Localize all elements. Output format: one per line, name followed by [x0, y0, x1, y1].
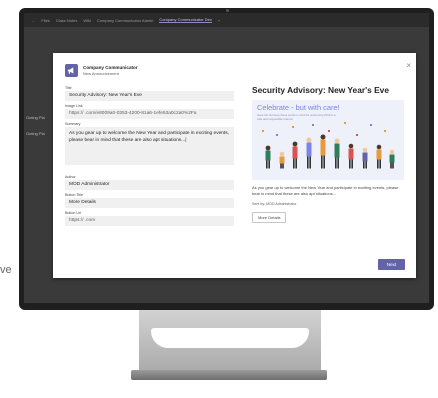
preview-summary: As you gear up to welcome the New Year a…: [252, 185, 399, 196]
sidebar-item-outing-plan-2[interactable]: Outing Pla: [26, 131, 45, 136]
tab-wiki[interactable]: Wiki: [83, 18, 91, 23]
close-icon[interactable]: ×: [406, 61, 411, 70]
monitor-stand-base: [131, 370, 327, 380]
tab-more[interactable]: ...: [32, 18, 35, 23]
title-input[interactable]: Security Advisory: New Year's Eve: [65, 91, 234, 101]
tab-files[interactable]: Files: [41, 18, 49, 23]
background-label: ve: [0, 264, 12, 276]
tab-company-communicator-admin[interactable]: Company Communicator Admin: [97, 18, 153, 23]
summary-textarea[interactable]: As you gear up to welcome the New Year a…: [65, 127, 234, 165]
screen: ... Files Class Notes Wiki Company Commu…: [24, 13, 429, 303]
party-people-illustration: [262, 122, 395, 169]
preview-hero-image: Celebrate - but with care! Have fun but …: [252, 100, 404, 180]
app-name: Company Communicator: [83, 65, 138, 70]
sidebar-item-outing-plan-1[interactable]: Outing Pla: [26, 115, 45, 120]
preview-more-details-button[interactable]: More Details: [252, 212, 287, 223]
tab-company-communicator-dev[interactable]: Company Communicator Dev: [159, 17, 212, 23]
announcement-form: Title Security Advisory: New Year's Eve …: [65, 83, 234, 226]
card-preview: Security Advisory: New Year's Eve Celebr…: [252, 85, 404, 224]
next-button[interactable]: Next: [378, 259, 405, 270]
monitor-stand-neck: [139, 310, 321, 374]
preview-title: Security Advisory: New Year's Eve: [252, 85, 389, 95]
hero-heading: Celebrate - but with care!: [257, 103, 340, 112]
megaphone-icon: [65, 64, 78, 77]
preview-author: Sent by: MOD Administrator: [252, 202, 297, 206]
new-announcement-dialog: × Company Communicator New Announcement …: [53, 53, 416, 278]
add-tab-button[interactable]: +: [218, 18, 220, 23]
camera-dot: [225, 9, 229, 12]
button-url-input[interactable]: https:// .com: [65, 216, 234, 226]
app-subtitle: New Announcement: [83, 71, 119, 76]
tab-class-notes[interactable]: Class Notes: [56, 18, 78, 23]
author-input[interactable]: MOD Administrator: [65, 180, 234, 190]
hero-subtext: Have fun but keep these points in mind f…: [257, 113, 336, 121]
teams-tab-bar: ... Files Class Notes Wiki Company Commu…: [24, 13, 429, 27]
monitor: ... Files Class Notes Wiki Company Commu…: [19, 8, 434, 310]
image-link-input[interactable]: https:// .com/e8009a0-0353-4200-81a6-1ef…: [65, 109, 234, 119]
button-title-input[interactable]: More Details: [65, 198, 234, 208]
dialog-header: Company Communicator New Announcement: [65, 64, 138, 77]
